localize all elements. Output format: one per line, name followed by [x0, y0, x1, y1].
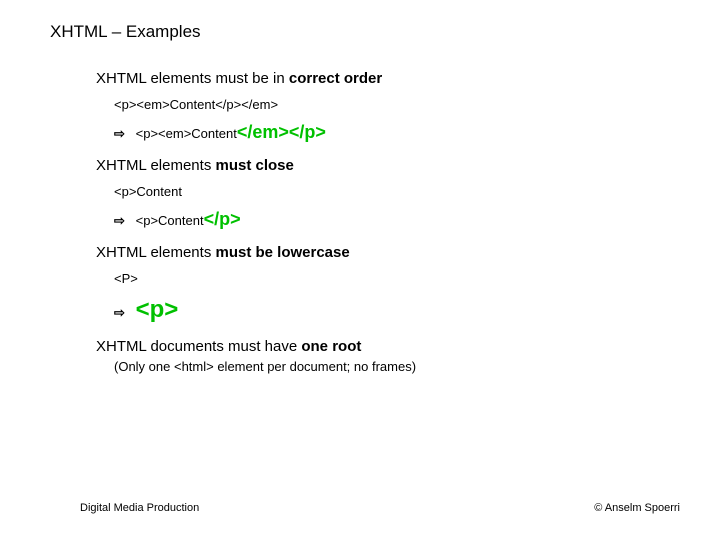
rule-3-right-green: <p> — [136, 296, 179, 323]
rule-2-right-green: </p> — [204, 209, 241, 229]
rule-3-heading-bold: must be lowercase — [215, 244, 349, 261]
rule-4-heading: XHTML documents must have one root — [96, 338, 720, 355]
footer-left: Digital Media Production — [80, 502, 199, 514]
arrow-icon: ⇨ — [114, 305, 132, 321]
rule-3-right: ⇨ <p> — [114, 296, 720, 324]
rule-1-right-green: </em></p> — [237, 122, 326, 142]
footer-right: © Anselm Spoerri — [594, 502, 680, 514]
rule-1-heading-pre: XHTML elements must be in — [96, 70, 289, 87]
rule-4-heading-bold: one root — [301, 338, 361, 355]
rule-2-right-pre: <p>Content — [136, 213, 204, 228]
arrow-icon: ⇨ — [114, 126, 132, 142]
rule-3-heading-pre: XHTML elements — [96, 244, 215, 261]
rule-1-right-pre: <p><em>Content — [136, 126, 237, 141]
page-title: XHTML – Examples — [0, 0, 720, 42]
rule-4-note: (Only one <html> element per document; n… — [114, 359, 720, 374]
rule-1-right: ⇨ <p><em>Content</em></p> — [114, 122, 720, 143]
rule-1-wrong: <p><em>Content</p></em> — [114, 97, 720, 112]
content-body: XHTML elements must be in correct order … — [0, 42, 720, 374]
rule-2-right: ⇨ <p>Content</p> — [114, 209, 720, 230]
rule-2-heading: XHTML elements must close — [96, 157, 720, 174]
rule-1-heading-bold: correct order — [289, 70, 382, 87]
arrow-icon: ⇨ — [114, 213, 132, 229]
rule-4-heading-pre: XHTML documents must have — [96, 338, 301, 355]
rule-2-heading-bold: must close — [215, 157, 293, 174]
rule-2-wrong: <p>Content — [114, 184, 720, 199]
footer: Digital Media Production © Anselm Spoerr… — [0, 502, 720, 514]
rule-3-wrong: <P> — [114, 271, 720, 286]
rule-2-heading-pre: XHTML elements — [96, 157, 215, 174]
rule-1-heading: XHTML elements must be in correct order — [96, 70, 720, 87]
rule-3-heading: XHTML elements must be lowercase — [96, 244, 720, 261]
